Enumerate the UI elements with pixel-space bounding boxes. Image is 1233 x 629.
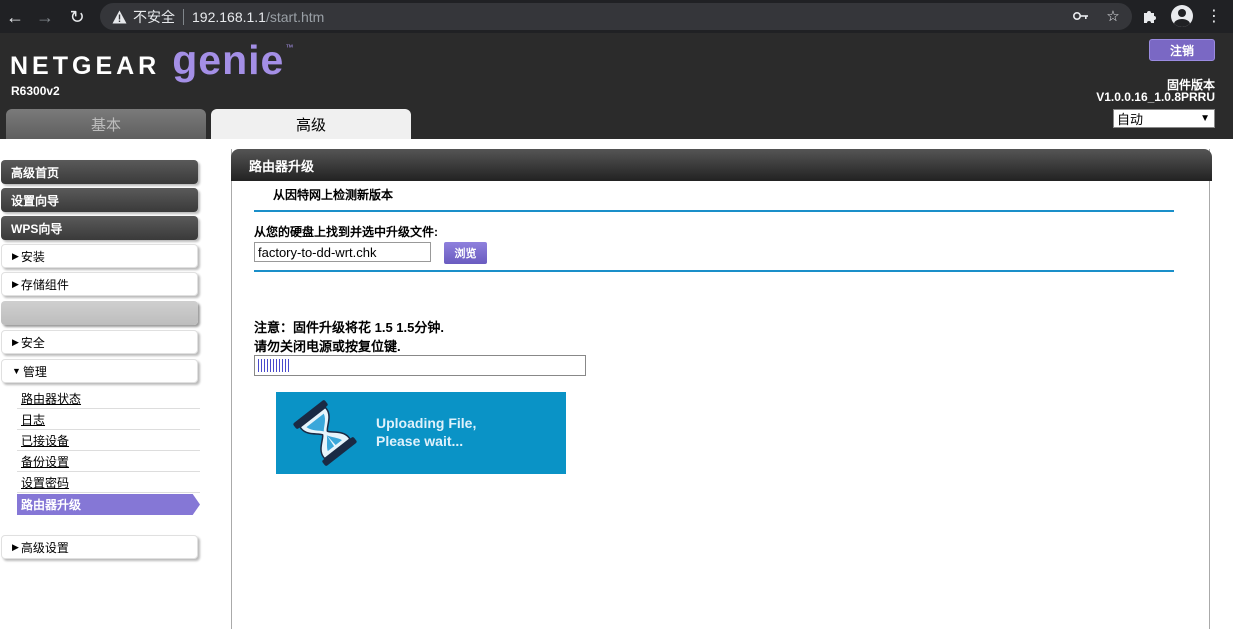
- sidebar-section-label: 高级设置: [20, 540, 69, 555]
- chevron-down-icon: ▼: [1200, 113, 1210, 124]
- divider: [254, 210, 1174, 212]
- hourglass-icon: [290, 400, 360, 466]
- find-file-label: 从您的硬盘上找到并选中升级文件:: [254, 225, 438, 239]
- more-menu-icon[interactable]: ⋮: [1203, 4, 1225, 28]
- triangle-right-icon: ▶: [12, 278, 19, 289]
- sidebar-item-setup-wizard[interactable]: 设置向导: [1, 188, 198, 212]
- page-title: 路由器升级: [231, 149, 1212, 181]
- warning-icon[interactable]: [112, 10, 127, 24]
- tab-advanced[interactable]: 高级: [211, 109, 411, 139]
- triangle-right-icon: ▶: [12, 541, 19, 552]
- extensions-icon[interactable]: [1139, 4, 1161, 28]
- sidebar-item-router-update[interactable]: 路由器升级: [17, 494, 200, 515]
- upgrade-note: 注意：固件升级将花 1.5 1.5分钟.: [254, 320, 444, 335]
- language-select[interactable]: 自动 ▼: [1113, 109, 1215, 128]
- logout-button[interactable]: 注销: [1149, 39, 1215, 61]
- product-name: genie: [172, 37, 285, 83]
- tab-basic[interactable]: 基本: [6, 109, 206, 139]
- profile-avatar-icon[interactable]: [1171, 5, 1193, 27]
- firmware-version: V1.0.0.16_1.0.8PRRU: [1096, 90, 1215, 104]
- sidebar: 高级首页 设置向导 WPS向导 ▶ 安装 ▶ 存储组件 ▶ 安全 ▼ 管理 路由器状态 …: [0, 139, 205, 629]
- sidebar-item-set-password[interactable]: 设置密码: [17, 472, 200, 493]
- sidebar-item-backup-settings[interactable]: 备份设置: [17, 451, 200, 472]
- sidebar-item-attached-devices[interactable]: 已接设备: [17, 430, 200, 451]
- insecure-label[interactable]: 不安全: [133, 7, 175, 27]
- sidebar-section-label: 管理: [22, 364, 47, 379]
- sidebar-section-security[interactable]: ▶ 安全: [1, 330, 198, 354]
- model-name: R6300v2: [11, 84, 60, 98]
- sidebar-section-blank[interactable]: [1, 301, 198, 325]
- sidebar-section-setup[interactable]: ▶ 安装: [1, 244, 198, 268]
- bookmark-star-icon[interactable]: ☆: [1104, 7, 1122, 25]
- trademark: ™: [285, 43, 294, 52]
- sidebar-section-label: 安全: [20, 335, 45, 350]
- file-path-input[interactable]: factory-to-dd-wrt.chk: [254, 242, 431, 262]
- url-host[interactable]: 192.168.1.1: [192, 9, 266, 25]
- divider: [254, 270, 1174, 272]
- netgear-genie-logo: NETGEAR genie ™: [10, 37, 293, 84]
- progress-fill: [258, 359, 291, 372]
- uploading-dialog: Uploading File, Please wait...: [276, 392, 566, 474]
- sidebar-section-label: 安装: [20, 249, 45, 264]
- address-bar[interactable]: 不安全 192.168.1.1/start.htm ☆: [100, 3, 1132, 30]
- upload-status-line2: Please wait...: [376, 433, 464, 449]
- key-icon[interactable]: [1072, 7, 1090, 25]
- power-warning: 请勿关闭电源或按复位键.: [254, 339, 401, 354]
- language-selected: 自动: [1117, 112, 1144, 127]
- browser-toolbar: ← → ↻ 不安全 192.168.1.1/start.htm ☆ ⋮: [0, 0, 1233, 33]
- sidebar-item-logs[interactable]: 日志: [17, 409, 200, 430]
- check-online-label[interactable]: 从因特网上检测新版本: [273, 186, 393, 203]
- main-panel: 路由器升级 从因特网上检测新版本 从您的硬盘上找到并选中升级文件: factor…: [231, 149, 1212, 629]
- sidebar-item-router-status[interactable]: 路由器状态: [17, 388, 200, 409]
- sidebar-section-admin[interactable]: ▼ 管理: [1, 359, 198, 383]
- back-icon[interactable]: ←: [0, 2, 30, 32]
- browse-button[interactable]: 浏览: [444, 242, 487, 264]
- reload-icon[interactable]: ↻: [62, 2, 92, 32]
- router-header: NETGEAR genie ™ R6300v2 注销 固件版本 V1.0.0.1…: [0, 33, 1233, 139]
- sidebar-section-storage[interactable]: ▶ 存储组件: [1, 272, 198, 296]
- triangle-right-icon: ▶: [12, 250, 19, 261]
- triangle-right-icon: ▶: [12, 336, 19, 347]
- url-path[interactable]: /start.htm: [266, 9, 324, 25]
- brand-name: NETGEAR: [10, 52, 161, 80]
- sidebar-section-advanced-setup[interactable]: ▶ 高级设置: [1, 535, 198, 559]
- sidebar-section-label: 存储组件: [20, 277, 69, 292]
- upload-status-line1: Uploading File,: [376, 415, 477, 431]
- forward-icon[interactable]: →: [30, 2, 60, 32]
- omnibox-divider: [183, 8, 184, 25]
- upload-progress-bar: [254, 355, 586, 376]
- sidebar-item-advanced-home[interactable]: 高级首页: [1, 160, 198, 184]
- triangle-down-icon: ▼: [12, 366, 21, 376]
- sidebar-item-wps-wizard[interactable]: WPS向导: [1, 216, 198, 240]
